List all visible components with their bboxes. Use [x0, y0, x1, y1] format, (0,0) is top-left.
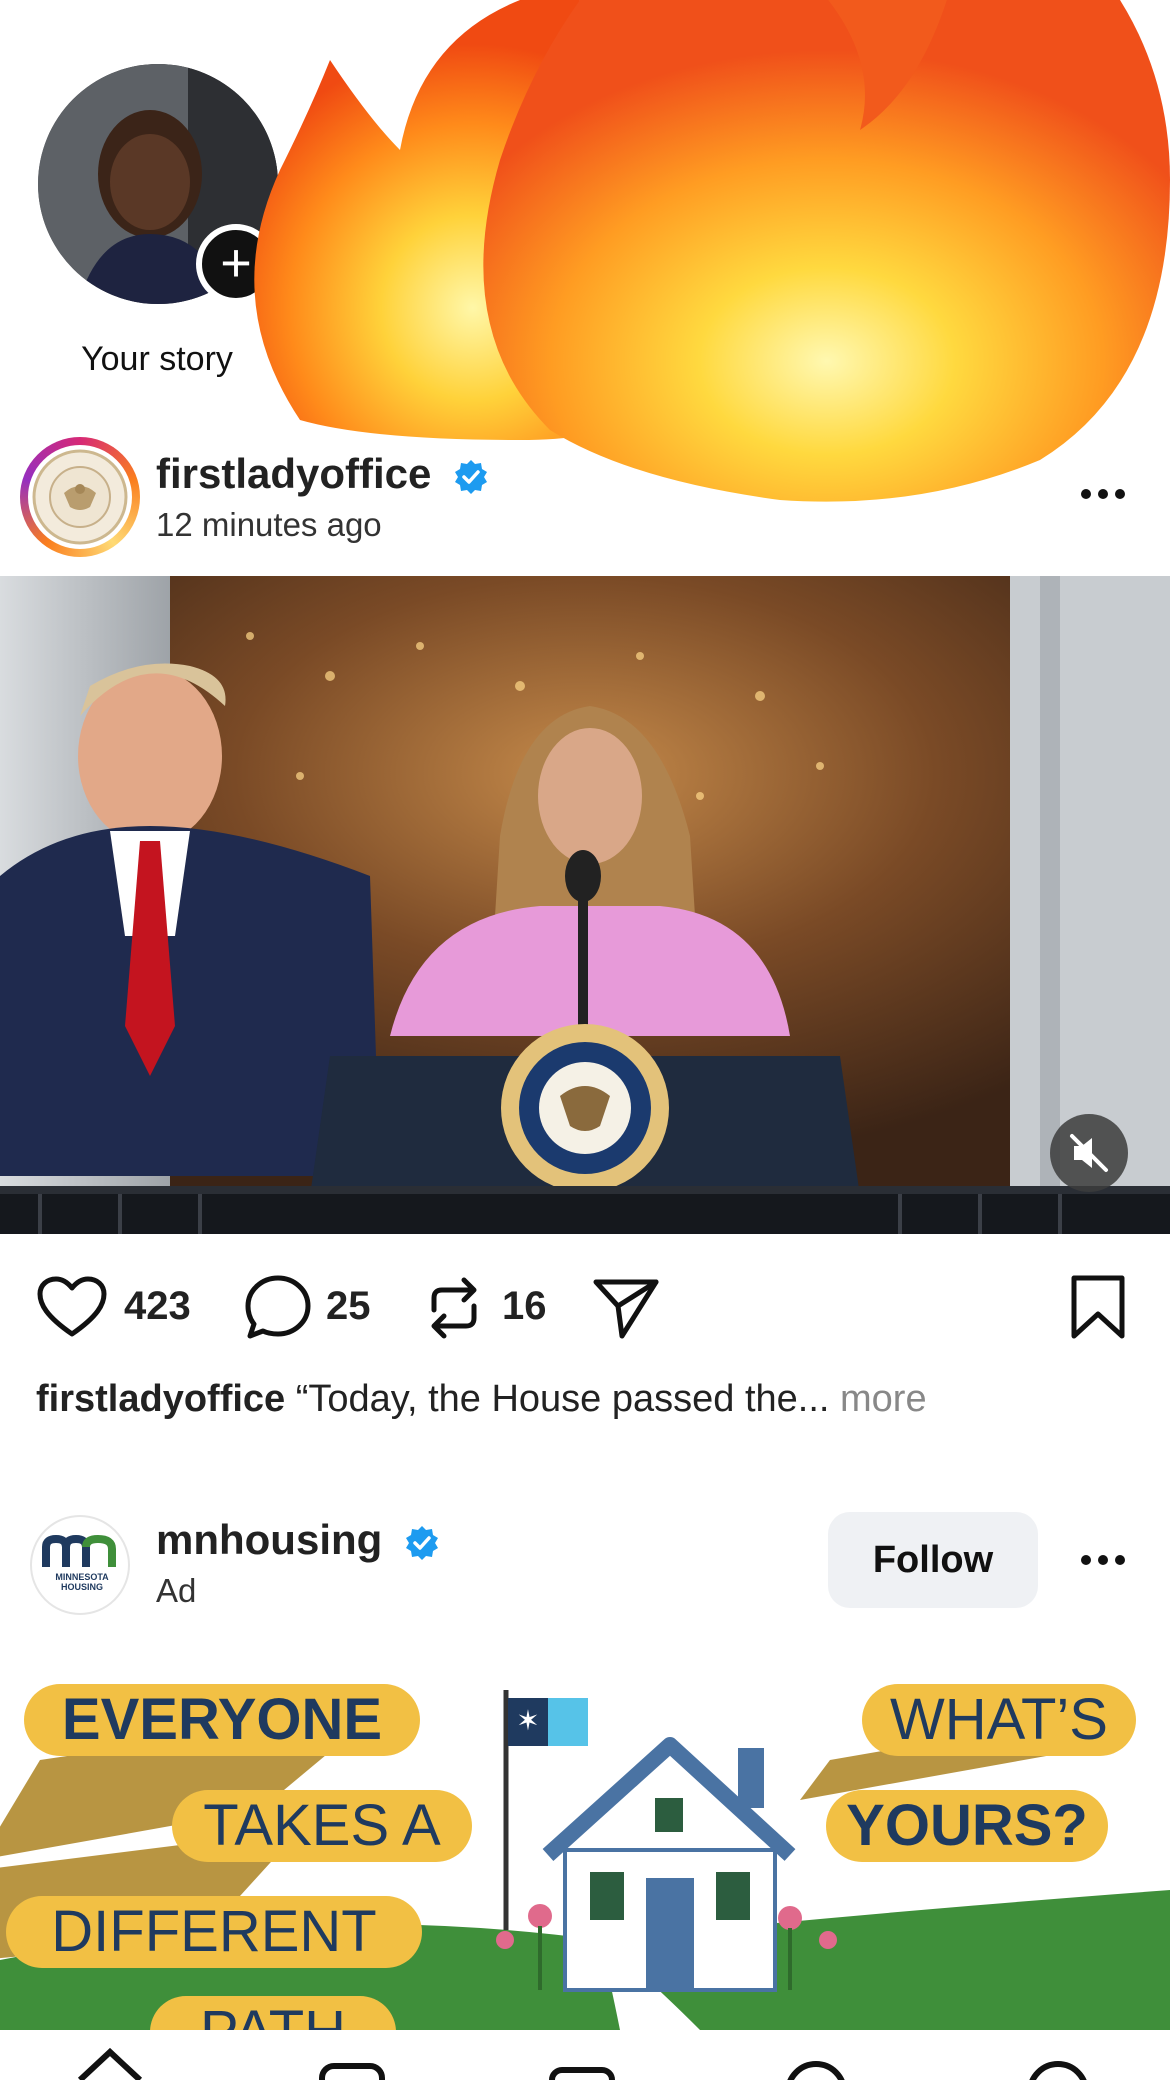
search-icon — [319, 2063, 385, 2085]
headline-line-2: TAKES A — [172, 1790, 472, 1862]
profile-icon — [1027, 2061, 1089, 2085]
follow-button[interactable]: Follow — [828, 1512, 1038, 1608]
ad-username[interactable]: mnhousing — [156, 1516, 440, 1564]
share-icon[interactable] — [592, 1276, 660, 1340]
home-icon — [77, 2047, 143, 2083]
question-line-1: WHAT’S — [862, 1684, 1136, 1756]
post-video[interactable] — [0, 576, 1170, 1234]
ad-more-icon[interactable] — [1078, 1550, 1128, 1570]
ad-logo-text: MINNESOTA HOUSING — [55, 1572, 109, 1592]
create-icon — [549, 2067, 615, 2085]
reposts-count[interactable]: 16 — [502, 1284, 547, 1329]
ad-avatar[interactable] — [30, 1515, 130, 1615]
question-line-2: YOURS? — [826, 1790, 1108, 1862]
activity-icon — [785, 2061, 847, 2085]
caption-more-link[interactable]: more — [840, 1378, 927, 1420]
verified-icon — [405, 1525, 438, 1560]
headline-line-4: PATH — [150, 1996, 396, 2030]
caption-username[interactable]: firstladyoffice — [36, 1378, 285, 1420]
caption-text: “Today, the House passed the... — [285, 1378, 841, 1420]
likes-count[interactable]: 423 — [124, 1284, 191, 1329]
headline-line-1: EVERYONE — [24, 1684, 420, 1756]
repost-icon[interactable] — [424, 1274, 484, 1342]
fire-emoji-icon — [254, 0, 1170, 502]
ad-image[interactable]: ✶ EVERYONE TAKES A DIFFERENT PATH WHAT’S… — [0, 1640, 1170, 2030]
verified-icon — [455, 459, 488, 494]
post-more-icon[interactable] — [1078, 484, 1128, 504]
ad-label: Ad — [156, 1572, 197, 1609]
post-caption[interactable]: firstladyoffice “Today, the House passed… — [36, 1378, 1146, 1421]
svg-text:✶: ✶ — [516, 1704, 539, 1737]
post-avatar[interactable] — [28, 445, 132, 549]
post-username[interactable]: firstladyoffice — [156, 450, 489, 498]
bookmark-icon[interactable] — [1070, 1274, 1126, 1340]
mute-icon[interactable] — [1050, 1114, 1128, 1192]
comments-count[interactable]: 25 — [326, 1284, 371, 1329]
bottom-nav — [0, 2030, 1170, 2085]
heart-icon[interactable] — [36, 1276, 108, 1340]
headline-line-3: DIFFERENT — [6, 1896, 422, 1968]
post-time: 12 minutes ago — [156, 506, 382, 543]
comment-icon[interactable] — [244, 1274, 312, 1342]
